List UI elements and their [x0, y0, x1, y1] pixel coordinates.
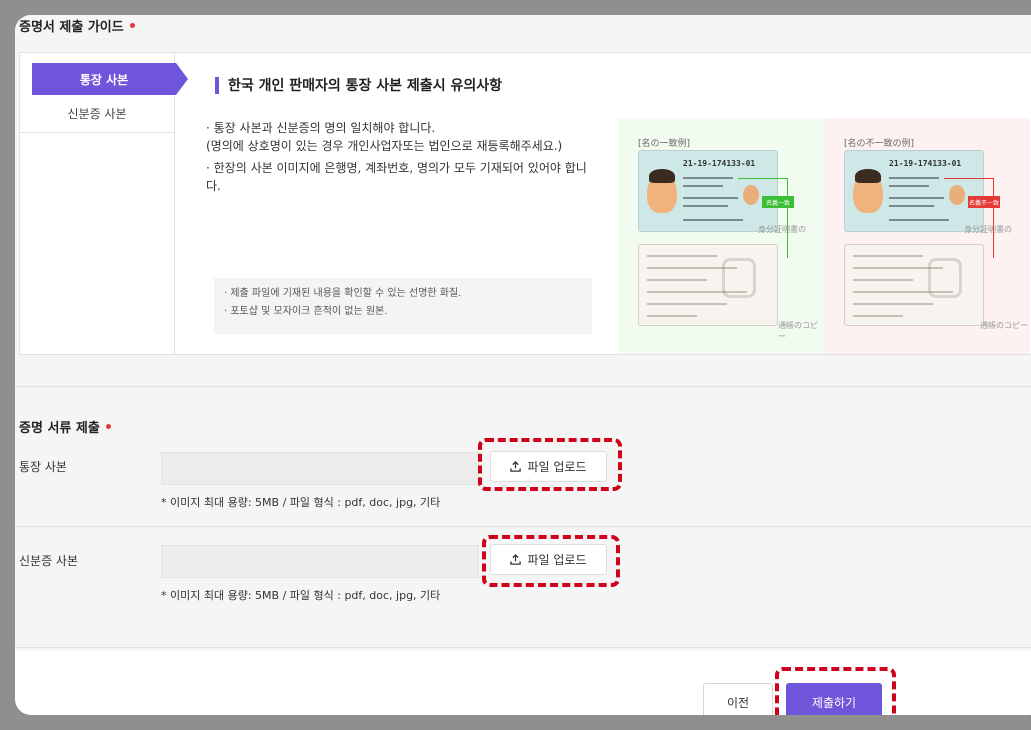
- guide-notes: · 제출 파일에 기재된 내용을 확인할 수 있는 선명한 화질. · 포토샵 …: [214, 278, 592, 334]
- example-images: [名の一致例] 21-19-174133-01 名義一致 身分証明書の 通帳のコ…: [618, 118, 1031, 354]
- id-file-field[interactable]: [161, 545, 479, 578]
- text-line: [853, 279, 913, 281]
- section-divider: [15, 386, 1031, 387]
- note-item: · 포토샵 및 모자이크 흔적이 없는 원본.: [224, 306, 388, 317]
- tab-label: 통장 사본: [79, 72, 129, 87]
- bankbook-row-label: 통장 사본: [19, 460, 67, 474]
- mismatch-tag: 名義不一致: [968, 196, 1000, 208]
- example-match-label: [名の一致例]: [638, 139, 691, 149]
- text-line: [683, 177, 733, 179]
- text-line: [683, 205, 728, 207]
- portrait-image: [647, 169, 677, 213]
- footer-divider: [15, 647, 1031, 648]
- highlight-annotation: [775, 667, 896, 715]
- guide-rules: · 통장 사본과 신분증의 명의 일치해야 합니다. (명의에 상호명이 있는 …: [206, 119, 596, 199]
- prev-button[interactable]: 이전: [703, 683, 773, 715]
- id-number: 21-19-174133-01: [889, 159, 962, 168]
- id-upload-hint: * 이미지 최대 용량: 5MB / 파일 형식 : pdf, doc, jpg…: [161, 589, 441, 602]
- text-line: [647, 255, 717, 257]
- certificate-modal: 증명서 제출 가이드 통장 사본 신분증 사본 한국 개인 판매자의 통장 사본…: [15, 15, 1031, 715]
- required-dot: [105, 424, 111, 429]
- text-line: [647, 315, 697, 317]
- text-line: [853, 255, 923, 257]
- bankbook-upload-hint: * 이미지 최대 용량: 5MB / 파일 형식 : pdf, doc, jpg…: [161, 496, 441, 509]
- text-line: [853, 315, 903, 317]
- guide-heading: 한국 개인 판매자의 통장 사본 제출시 유의사항: [215, 75, 502, 95]
- tab-label: 신분증 사본: [67, 107, 127, 121]
- id-row-label: 신분증 사본: [19, 554, 79, 568]
- text-line: [889, 219, 949, 221]
- text-line: [683, 219, 743, 221]
- portrait-image: [853, 169, 883, 213]
- match-tag: 名義一致: [762, 196, 794, 208]
- text-line: [683, 197, 738, 199]
- bankbook-file-field[interactable]: [161, 452, 479, 485]
- text-line: [889, 197, 944, 199]
- prev-button-label: 이전: [726, 695, 750, 710]
- modal-scroll-area[interactable]: 증명서 제출 가이드 통장 사본 신분증 사본 한국 개인 판매자의 통장 사본…: [15, 15, 1031, 651]
- row-divider: [15, 526, 1031, 527]
- rule-item: · 한장의 사본 이미지에 은행명, 계좌번호, 명의가 모두 기재되어 있어야…: [206, 161, 587, 193]
- example-match: [名の一致例] 21-19-174133-01 名義一致 身分証明書の 通帳のコ…: [618, 118, 824, 354]
- text-line: [683, 185, 723, 187]
- guide-panel: 통장 사본 신분증 사본 한국 개인 판매자의 통장 사본 제출시 유의사항 ·…: [19, 52, 1031, 355]
- caption-bankbook: 通帳のコピー: [980, 321, 1028, 330]
- watermark-stamp: [928, 258, 962, 298]
- bankbook-image: [638, 244, 778, 326]
- highlight-annotation: [482, 535, 620, 587]
- example-mismatch: [名の不一致の例] 21-19-174133-01 名義不一致 身分証明書の 通…: [824, 118, 1030, 354]
- caption-id: 身分証明書の: [964, 225, 1012, 234]
- tab-id-copy[interactable]: 신분증 사본: [20, 95, 174, 133]
- example-mismatch-label: [名の不一致の例]: [844, 139, 915, 149]
- rule-item: · 통장 사본과 신분증의 명의 일치해야 합니다.: [206, 121, 436, 135]
- watermark-stamp: [722, 258, 756, 298]
- rule-item: (명의에 상호명이 있는 경우 개인사업자또는 법인으로 재등록해주세요.): [206, 139, 563, 153]
- id-number: 21-19-174133-01: [683, 159, 756, 168]
- submission-section-title: 증명 서류 제출: [19, 417, 111, 436]
- caption-id: 身分証明書の: [758, 225, 806, 234]
- required-dot: [129, 23, 135, 28]
- text-line: [889, 177, 939, 179]
- heading-accent-bar: [215, 76, 219, 94]
- submission-title-text: 증명 서류 제출: [19, 421, 100, 436]
- guide-tabs: 통장 사본 신분증 사본: [20, 53, 188, 354]
- highlight-annotation: [478, 438, 622, 491]
- caption-bankbook: 通帳のコピー: [778, 321, 818, 341]
- note-item: · 제출 파일에 기재된 내용을 확인할 수 있는 선명한 화질.: [224, 288, 462, 299]
- text-line: [889, 185, 929, 187]
- tab-bankbook-copy[interactable]: 통장 사본: [32, 63, 188, 95]
- guide-title-text: 증명서 제출 가이드: [19, 20, 124, 35]
- text-line: [647, 303, 727, 305]
- bankbook-image: [844, 244, 984, 326]
- text-line: [647, 279, 707, 281]
- text-line: [853, 303, 933, 305]
- guide-heading-text: 한국 개인 판매자의 통장 사본 제출시 유의사항: [228, 78, 502, 94]
- guide-section-title: 증명서 제출 가이드: [19, 16, 135, 35]
- text-line: [889, 205, 934, 207]
